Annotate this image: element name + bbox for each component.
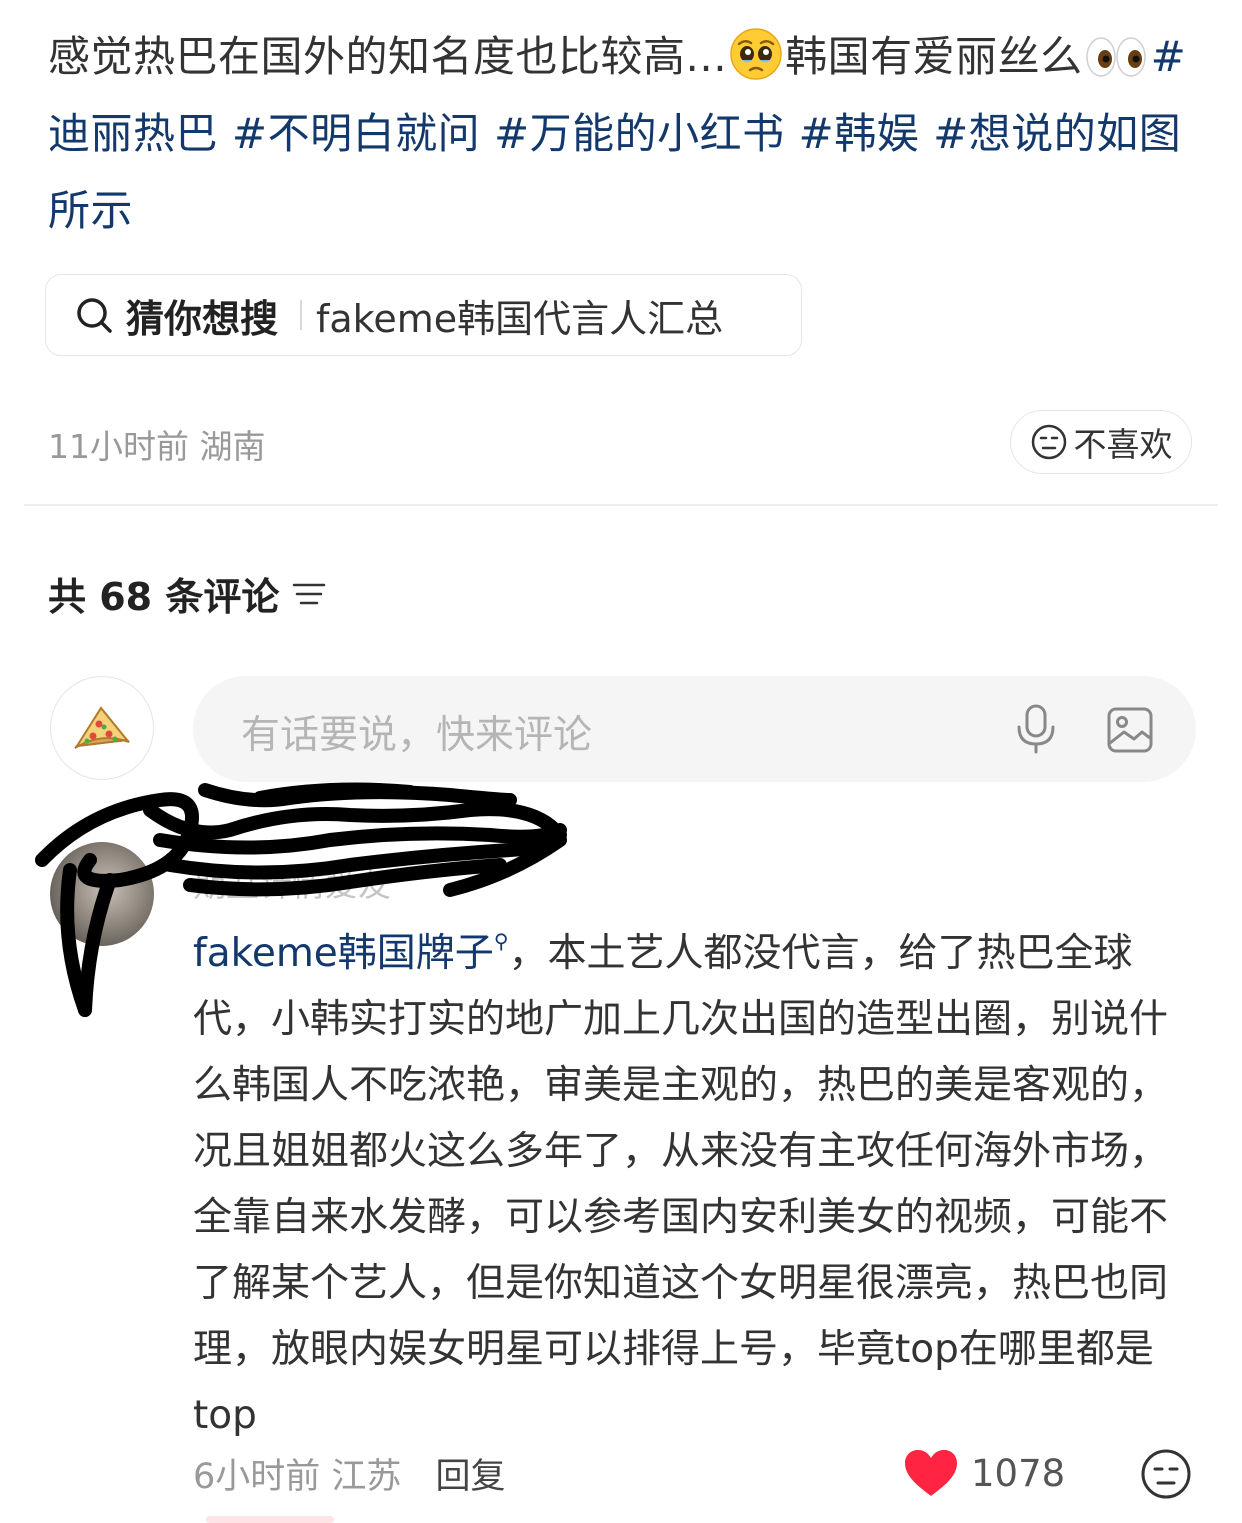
comment-input[interactable]: 有话要说，快来评论 (193, 676, 1196, 782)
post-location: 湖南 (199, 427, 266, 466)
divider (300, 300, 303, 330)
like-count: 1078 (971, 1451, 1066, 1495)
hashtag-link[interactable]: #不明白就问 (232, 109, 480, 158)
post-meta: 11小时前 湖南 (48, 420, 266, 468)
comment-meta: 6小时前 江苏 回复 (193, 1448, 505, 1499)
post-text-main: 感觉热巴在国外的知名度也比较高... (48, 32, 728, 81)
pleading-face-icon (729, 27, 783, 81)
brand-search-link-text: fakeme韩国牌子 (193, 931, 494, 976)
brand-search-link[interactable]: fakeme韩国牌子⚲ (193, 929, 509, 976)
post-text-question: 韩国有爱丽丝么 (785, 32, 1083, 81)
comment-input-placeholder: 有话要说，快来评论 (241, 713, 593, 758)
comment-body: fakeme韩国牌子⚲，本土艺人都没代言，给了热巴全球代，小韩实打实的地广加上几… (193, 908, 1193, 1449)
comment-location: 江苏 (331, 1457, 402, 1497)
search-small-icon: ⚲ (493, 929, 509, 953)
guess-search-title: 猜你想搜 (126, 296, 279, 341)
section-divider (24, 504, 1218, 506)
heart-icon (905, 1450, 957, 1496)
comment-count-label: 共 68 条评论 (48, 575, 280, 619)
my-avatar[interactable] (50, 676, 154, 780)
dislike-label: 不喜欢 (1073, 425, 1173, 464)
comment-link-suffix: ， (508, 931, 548, 976)
hashtag-link[interactable]: #韩娱 (799, 109, 920, 158)
comment-dislike-icon[interactable] (1140, 1448, 1192, 1500)
comment-text: 本土艺人都没代言，给了热巴全球代，小韩实打实的地广加上几次出国的造型出圈，别说什… (193, 931, 1169, 1438)
like-button[interactable]: 1078 (903, 1448, 1065, 1498)
guess-search-query: fakeme韩国代言人汇总 (316, 296, 724, 341)
comments-header[interactable]: 共 68 条评论 (48, 566, 327, 621)
neutral-face-icon (1031, 424, 1066, 460)
dislike-button[interactable]: 不喜欢 (1010, 410, 1192, 474)
microphone-icon[interactable] (1011, 703, 1061, 755)
post-content: 感觉热巴在国外的知名度也比较高... 韩国有爱丽丝么 #迪丽热巴 #不明白就问 … (48, 18, 1198, 249)
reply-button[interactable]: 回复 (435, 1448, 505, 1499)
search-icon (77, 298, 112, 333)
post-time: 11小时前 (48, 427, 189, 466)
pizza-icon (74, 706, 130, 749)
sort-filter-icon[interactable] (291, 579, 327, 609)
image-icon[interactable] (1105, 705, 1155, 755)
next-item-hint (206, 1516, 334, 1523)
guess-search-box[interactable]: 猜你想搜 fakeme韩国代言人汇总 (45, 274, 802, 356)
comment-time: 6小时前 (193, 1457, 321, 1497)
hashtag-link[interactable]: #万能的小红书 (494, 109, 785, 158)
eyes-icon (1085, 24, 1147, 77)
